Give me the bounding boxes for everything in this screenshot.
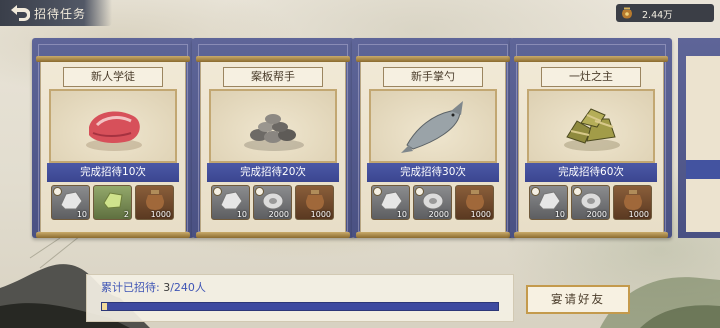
dish-frame	[49, 89, 177, 163]
ore-icon	[220, 191, 243, 210]
ore-icon	[380, 191, 403, 210]
card-title: 一灶之主	[541, 67, 641, 87]
page-title: 招待任务	[34, 7, 87, 21]
reward-item[interactable]: 2	[93, 185, 132, 220]
reward-item[interactable]: 10	[51, 185, 90, 220]
card-title: 新人学徒	[63, 67, 163, 87]
reward-item[interactable]: 10	[371, 185, 410, 220]
invite-friends-button[interactable]: 宴请好友	[526, 285, 630, 314]
ore-icon	[60, 191, 83, 210]
back-button[interactable]: 招待任务	[0, 0, 112, 26]
card-title: 新手掌勺	[383, 67, 483, 87]
reward-item[interactable]: 1000	[455, 185, 494, 220]
dish-frame	[209, 89, 337, 163]
jade-icon	[103, 192, 123, 209]
task-requirement: 完成招待30次	[367, 163, 499, 182]
progress-bar	[101, 302, 499, 311]
task-requirement: 完成招待60次	[525, 163, 657, 182]
coin-jar-icon	[622, 7, 632, 19]
raw-meat-icon	[86, 111, 142, 151]
wine-jar-icon	[624, 190, 642, 210]
reward-item[interactable]: 2000	[571, 185, 610, 220]
progress-panel: 累计已招待: 3/240人	[86, 274, 514, 322]
task-card-1[interactable]: 新人学徒 完成招待10次 10 2 1000	[32, 38, 194, 238]
zongzi-icon	[564, 108, 620, 151]
shellfish-pile-icon	[244, 114, 304, 151]
wine-jar-icon	[306, 190, 324, 210]
fish-icon	[401, 101, 463, 153]
wine-jar-icon	[466, 190, 484, 210]
silver-coin-icon	[262, 192, 284, 210]
task-requirement: 完成招待10次	[47, 163, 179, 182]
dish-frame	[527, 89, 655, 163]
currency-display: 2.44万	[616, 4, 714, 22]
reward-item[interactable]: 10	[211, 185, 250, 220]
back-arrow-icon	[11, 5, 30, 21]
reward-item[interactable]: 10	[529, 185, 568, 220]
reward-item[interactable]: 2000	[413, 185, 452, 220]
dish-frame	[369, 89, 497, 163]
reward-item[interactable]: 1000	[295, 185, 334, 220]
task-card-partial[interactable]	[678, 38, 720, 238]
task-requirement: 完成招待20次	[207, 163, 339, 182]
progress-fill	[102, 303, 107, 310]
silver-coin-icon	[422, 192, 444, 210]
currency-value: 2.44万	[642, 10, 673, 21]
wine-jar-icon	[146, 190, 164, 210]
task-card-2[interactable]: 案板帮手 完成招待20次 10 2000 1000	[192, 38, 354, 238]
reward-item[interactable]: 2000	[253, 185, 292, 220]
card-title: 案板帮手	[223, 67, 323, 87]
progress-total: /240人	[170, 281, 206, 294]
ore-icon	[538, 191, 561, 210]
progress-text: 累计已招待: 3/240人	[101, 279, 206, 295]
task-card-3[interactable]: 新手掌勺 完成招待30次 10 2000 1000	[352, 38, 514, 238]
reward-item[interactable]: 1000	[135, 185, 174, 220]
task-card-4[interactable]: 一灶之主 完成招待60次 10 2000 1000	[510, 38, 672, 238]
reward-item[interactable]: 1000	[613, 185, 652, 220]
progress-label: 累计已招待:	[101, 281, 160, 294]
silver-coin-icon	[580, 192, 602, 210]
